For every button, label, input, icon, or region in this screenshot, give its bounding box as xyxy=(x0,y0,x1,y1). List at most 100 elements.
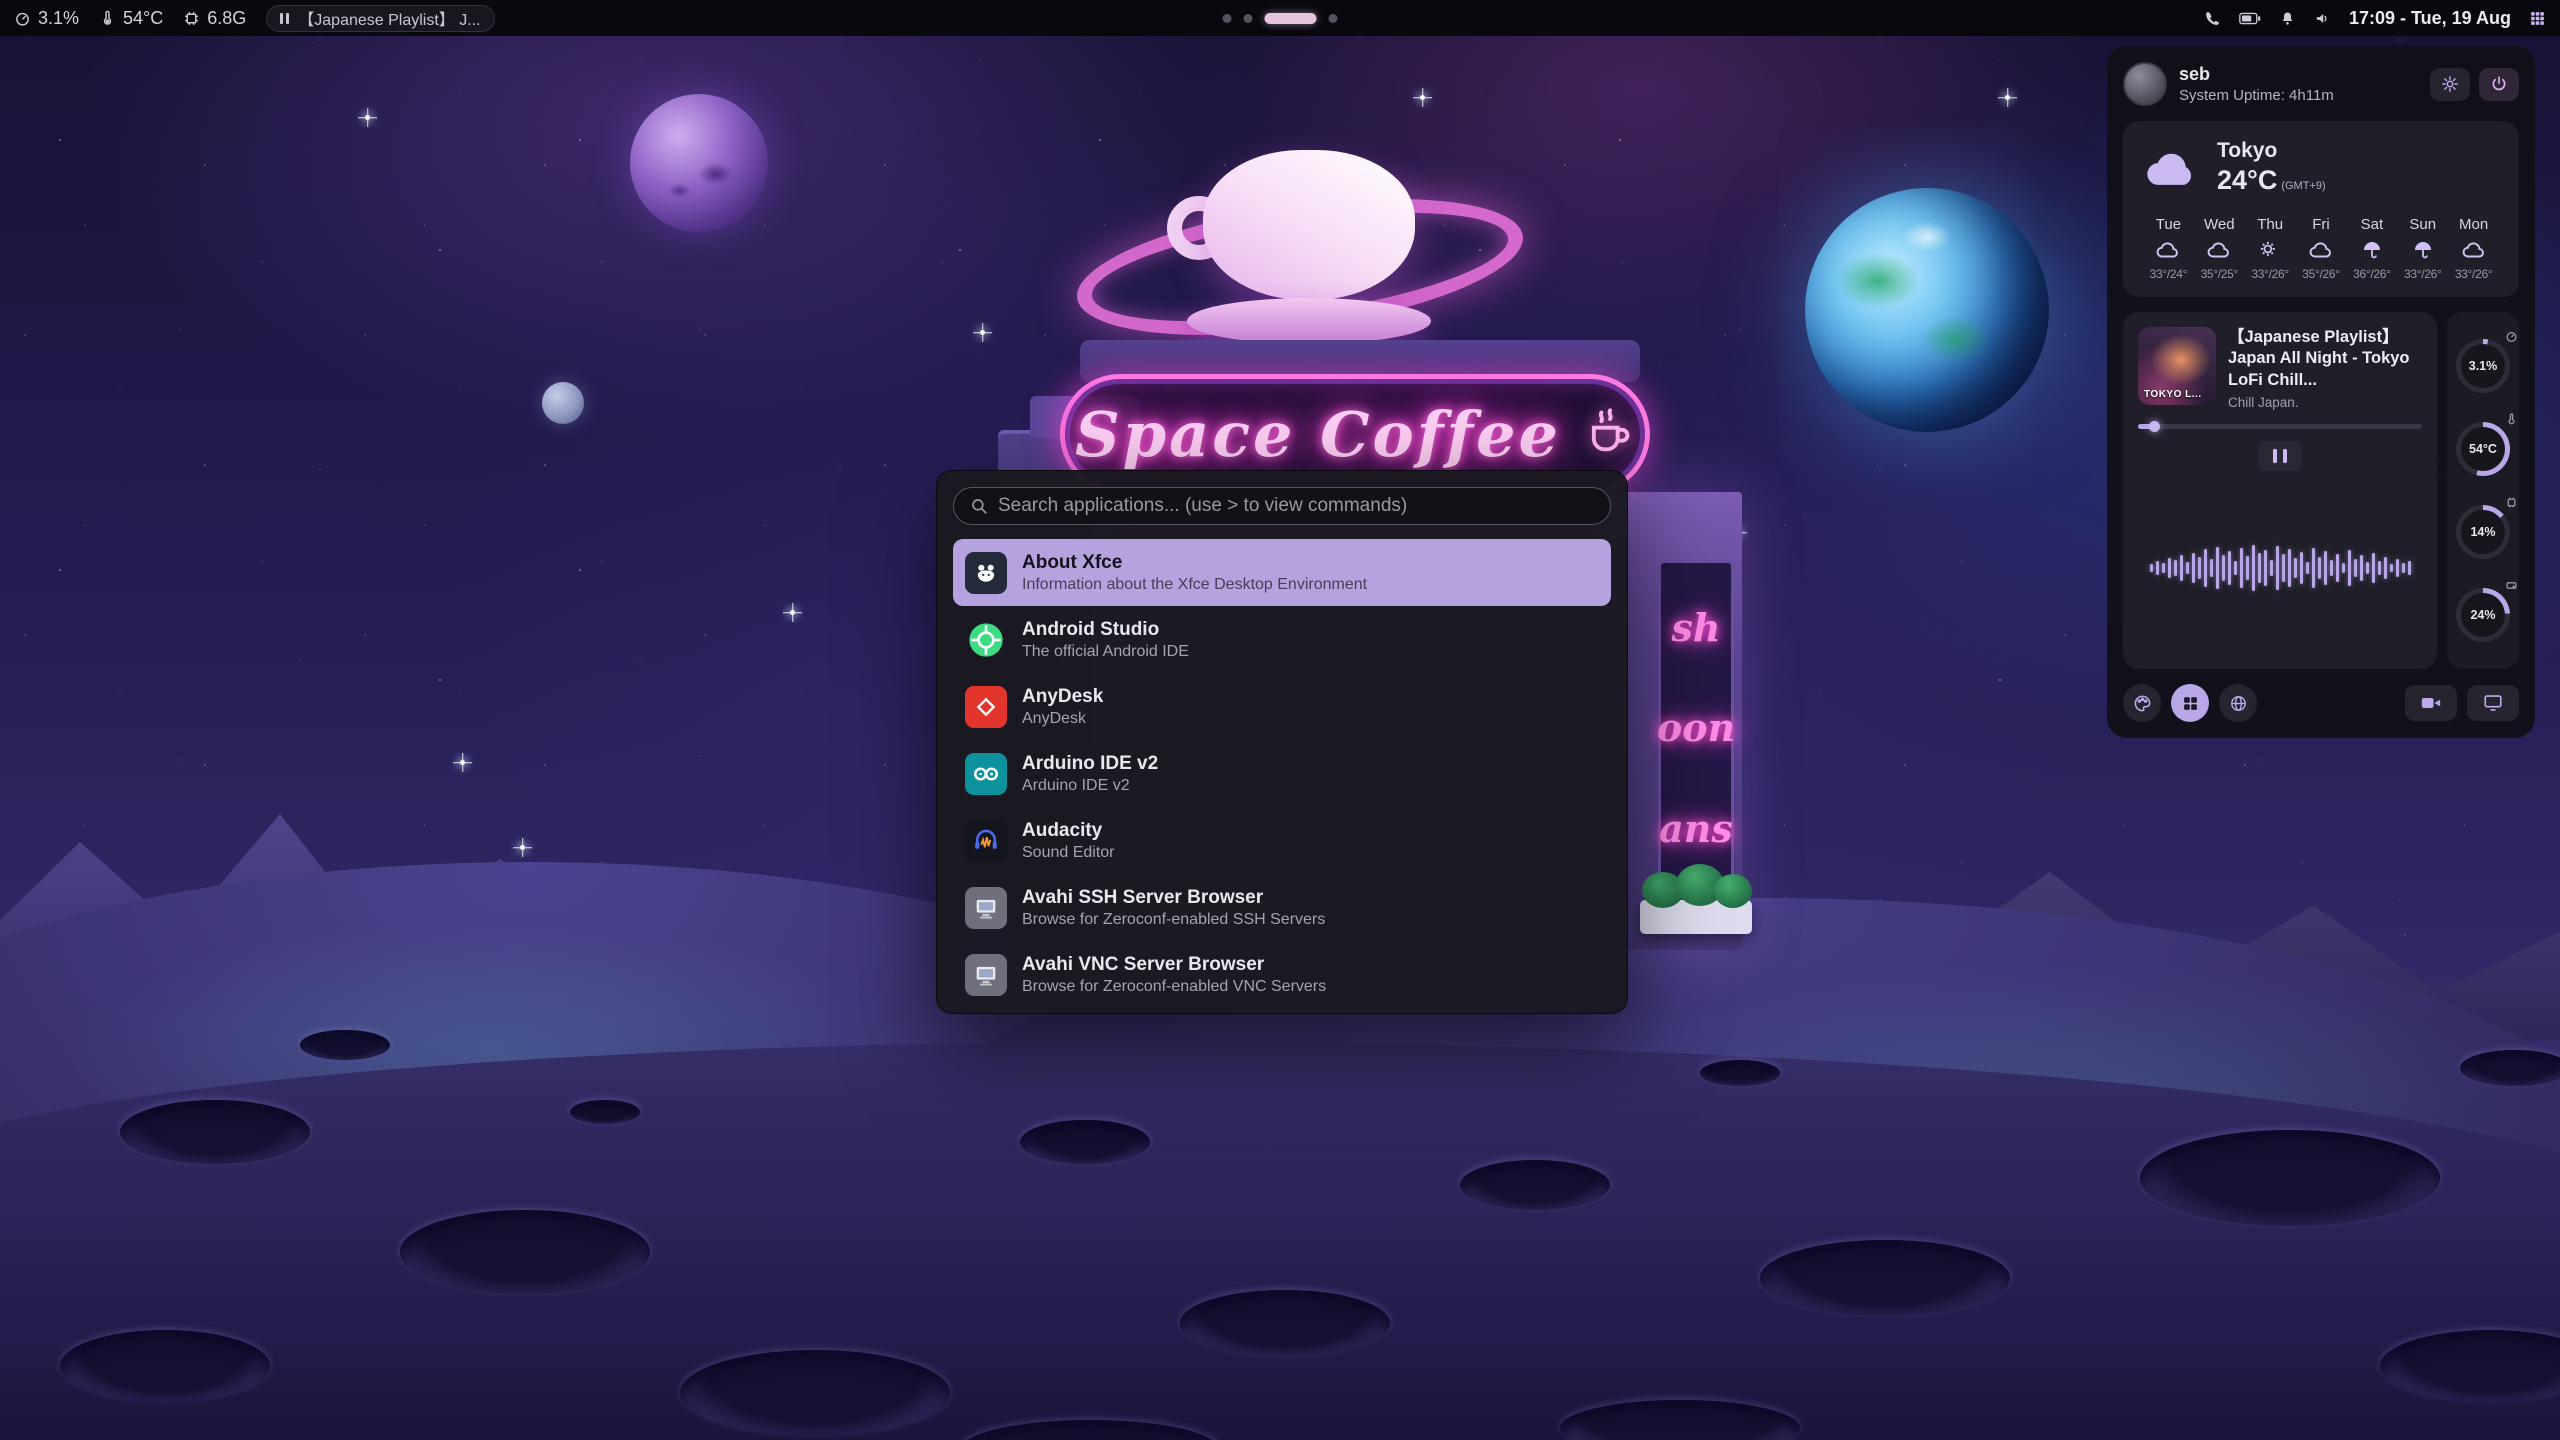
app-title: About Xfce xyxy=(1022,552,1367,574)
crater xyxy=(1020,1120,1150,1164)
forecast-day: Sun 33°/26° xyxy=(2397,216,2448,281)
crater xyxy=(2140,1130,2440,1226)
forecast-day: Tue 33°/24° xyxy=(2143,216,2194,281)
globe-icon xyxy=(2229,694,2248,713)
star-sparkle xyxy=(520,845,525,850)
track-subtitle: Chill Japan. xyxy=(2228,395,2422,410)
waveform xyxy=(2138,481,2422,654)
display-button[interactable] xyxy=(2467,685,2519,721)
crater xyxy=(1460,1160,1610,1210)
app-row-avahi-vnc[interactable]: Avahi VNC Server Browser Browse for Zero… xyxy=(953,941,1611,1008)
stat-disk: 24% xyxy=(2456,588,2510,642)
top-bar: 3.1% 54°C 6.8G 【Japanese Playlist】 J... xyxy=(0,0,2560,36)
app-description: AnyDesk xyxy=(1022,710,1103,728)
crater xyxy=(1700,1060,1780,1086)
earth-planet xyxy=(1805,188,2049,432)
cpu-value: 3.1% xyxy=(38,8,79,29)
app-launcher: About Xfce Information about the Xfce De… xyxy=(936,470,1628,1014)
seek-bar-fill xyxy=(2138,424,2155,429)
window-neon-text: oon xyxy=(1657,705,1735,750)
phone-icon[interactable] xyxy=(2204,10,2221,27)
bush xyxy=(1714,874,1752,908)
username: seb xyxy=(2179,64,2334,85)
search-icon xyxy=(970,497,988,515)
app-description: Browse for Zeroconf-enabled SSH Servers xyxy=(1022,911,1325,929)
app-title: Arduino IDE v2 xyxy=(1022,753,1158,775)
display-icon xyxy=(2483,694,2503,712)
power-button[interactable] xyxy=(2479,68,2519,101)
network-button[interactable] xyxy=(2219,684,2257,722)
forecast-day: Wed 35°/25° xyxy=(2194,216,2245,281)
battery-icon[interactable] xyxy=(2239,11,2261,26)
memory-value: 6.8G xyxy=(207,8,246,29)
star-sparkle xyxy=(2005,95,2010,100)
stat-temperature: 54°C xyxy=(2456,422,2510,476)
cloud-icon xyxy=(2143,146,2201,190)
seek-bar[interactable] xyxy=(2138,424,2422,429)
now-playing-chip[interactable]: 【Japanese Playlist】 J... xyxy=(266,5,494,32)
apps-button[interactable] xyxy=(2171,684,2209,722)
workspace-dot[interactable] xyxy=(1223,14,1232,23)
pause-icon xyxy=(280,13,289,24)
memory-indicator[interactable]: 6.8G xyxy=(183,8,246,29)
pause-button[interactable] xyxy=(2258,441,2302,471)
anydesk-icon xyxy=(965,686,1007,728)
star-sparkle xyxy=(980,330,985,335)
app-grid-icon[interactable] xyxy=(2529,10,2546,27)
cup-saucer xyxy=(1187,298,1431,344)
temp-indicator[interactable]: 54°C xyxy=(99,8,163,29)
desktop: Space Coffee sh oon ans 3.1% 54°C xyxy=(0,0,2560,1440)
video-camera-icon xyxy=(2421,695,2441,711)
disk-icon xyxy=(2505,579,2518,597)
screen-record-button[interactable] xyxy=(2405,685,2457,721)
workspace-switcher xyxy=(1223,0,1338,36)
crater xyxy=(120,1100,310,1164)
window-neon-text: sh xyxy=(1671,605,1720,650)
avahi-ssh-icon xyxy=(965,887,1007,929)
cpu-indicator[interactable]: 3.1% xyxy=(14,8,79,29)
neon-coffee-cup-icon xyxy=(1583,406,1635,463)
search-box[interactable] xyxy=(953,487,1611,525)
workspace-dot[interactable] xyxy=(1244,14,1253,23)
crater xyxy=(1180,1290,1390,1356)
moon-foreground xyxy=(0,1042,2560,1440)
app-row-avahi-ssh[interactable]: Avahi SSH Server Browser Browse for Zero… xyxy=(953,874,1611,941)
crater xyxy=(2460,1050,2560,1086)
palette-button[interactable] xyxy=(2123,684,2161,722)
bell-icon[interactable] xyxy=(2279,10,2296,27)
xfce-icon xyxy=(965,552,1007,594)
crater xyxy=(400,1210,650,1294)
clock[interactable]: 17:09 - Tue, 19 Aug xyxy=(2349,8,2511,29)
cloud-icon xyxy=(2155,240,2181,260)
search-input[interactable] xyxy=(998,495,1594,517)
cloud-icon xyxy=(2308,240,2334,260)
temp-value: 54°C xyxy=(123,8,163,29)
volume-icon[interactable] xyxy=(2314,10,2331,27)
rain-umbrella-icon xyxy=(2410,240,2436,260)
app-row-audacity[interactable]: Audacity Sound Editor xyxy=(953,807,1611,874)
track-title: 【Japanese Playlist】 Japan All Night - To… xyxy=(2228,327,2422,391)
avatar xyxy=(2123,62,2167,106)
app-row-arduino-ide[interactable]: Arduino IDE v2 Arduino IDE v2 xyxy=(953,740,1611,807)
star-sparkle xyxy=(790,610,795,615)
app-description: Sound Editor xyxy=(1022,844,1115,862)
media-player-card: TOKYO L... 【Japanese Playlist】 Japan All… xyxy=(2123,312,2437,669)
app-row-anydesk[interactable]: AnyDesk AnyDesk xyxy=(953,673,1611,740)
workspace-dot[interactable] xyxy=(1329,14,1338,23)
star-sparkle xyxy=(460,760,465,765)
app-row-about-xfce[interactable]: About Xfce Information about the Xfce De… xyxy=(953,539,1611,606)
crater xyxy=(60,1330,270,1402)
memory-chip-icon xyxy=(183,10,200,27)
seek-knob[interactable] xyxy=(2149,421,2160,432)
settings-button[interactable] xyxy=(2430,68,2470,101)
partly-sunny-icon xyxy=(2257,240,2283,260)
floating-coffee-cup xyxy=(1075,148,1525,358)
system-uptime: System Uptime: 4h11m xyxy=(2179,87,2334,104)
album-art-label: TOKYO L... xyxy=(2144,389,2202,400)
purple-planet xyxy=(630,94,768,232)
small-moon xyxy=(542,382,584,424)
workspace-active-pill[interactable] xyxy=(1265,13,1317,24)
weather-temp: 24°C xyxy=(2217,165,2277,195)
memory-chip-icon xyxy=(2505,496,2518,514)
app-row-android-studio[interactable]: Android Studio The official Android IDE xyxy=(953,606,1611,673)
